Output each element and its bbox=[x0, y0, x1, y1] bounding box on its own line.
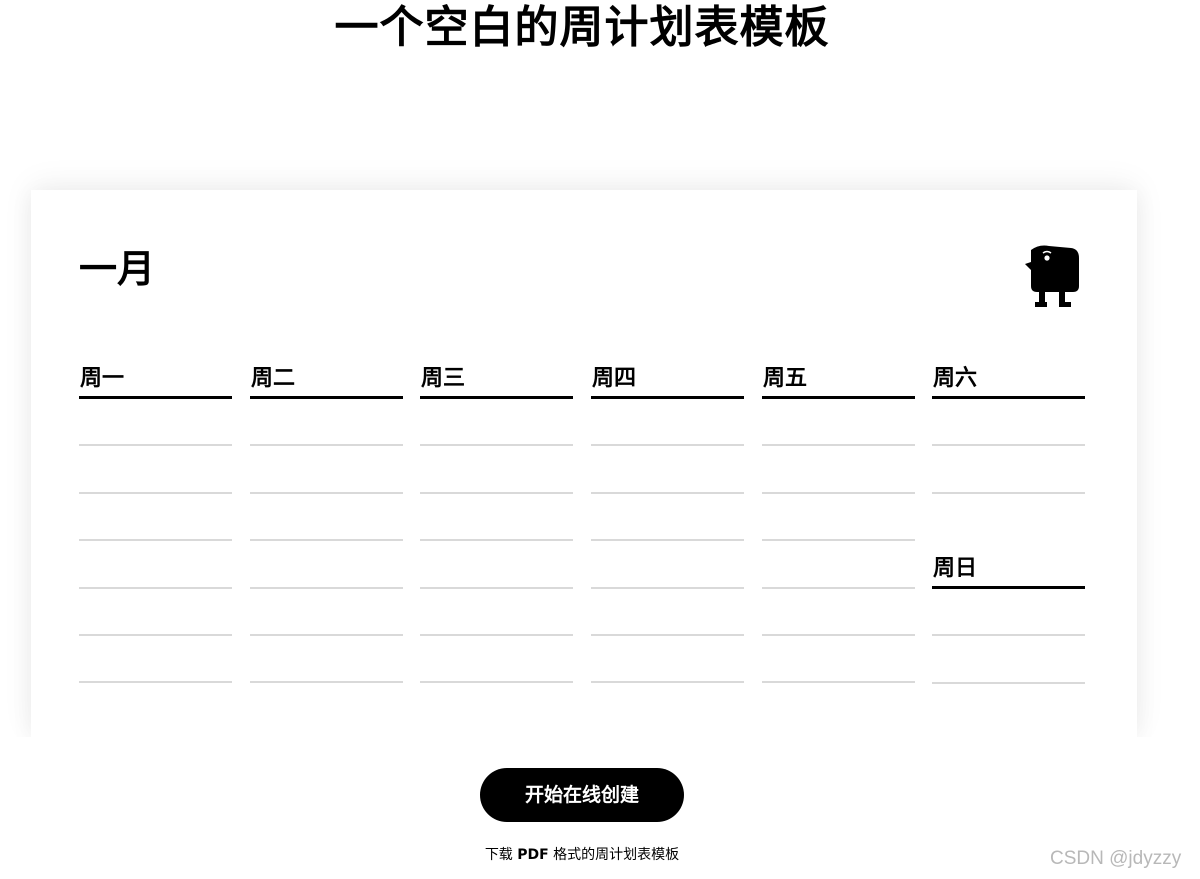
day-column: 周四 bbox=[591, 362, 744, 684]
bird-mascot-icon bbox=[1025, 245, 1079, 307]
writing-line[interactable] bbox=[250, 541, 403, 589]
writing-line[interactable] bbox=[420, 636, 573, 684]
writing-line[interactable] bbox=[591, 494, 744, 542]
writing-line[interactable] bbox=[420, 399, 573, 447]
writing-line[interactable] bbox=[762, 399, 915, 447]
writing-line[interactable] bbox=[420, 589, 573, 636]
download-suffix: 格式的周计划表模板 bbox=[548, 847, 680, 863]
writing-line[interactable] bbox=[591, 446, 744, 494]
day-label-sunday: 周日 bbox=[932, 552, 1085, 589]
writing-line[interactable] bbox=[591, 636, 744, 684]
day-column-sunday: 周日 bbox=[932, 552, 1085, 684]
writing-line[interactable] bbox=[250, 589, 403, 636]
writing-line[interactable] bbox=[932, 446, 1085, 494]
writing-line[interactable] bbox=[79, 494, 232, 542]
day-column: 周五 bbox=[762, 362, 915, 684]
weekly-planner-card: 一月 周一 周二 周三 周四 周五 周六 周日 bbox=[31, 190, 1137, 737]
day-label: 周六 bbox=[932, 362, 1085, 399]
writing-line[interactable] bbox=[420, 541, 573, 589]
writing-line[interactable] bbox=[591, 541, 744, 589]
page-title: 一个空白的周计划表模板 bbox=[334, 2, 830, 53]
writing-line[interactable] bbox=[932, 399, 1085, 447]
writing-line[interactable] bbox=[591, 399, 744, 447]
day-label: 周二 bbox=[250, 362, 403, 399]
pdf-download-link[interactable]: PDF bbox=[517, 847, 548, 863]
footer-area: 开始在线创建 下载 PDF 格式的周计划表模板 bbox=[0, 737, 1200, 879]
start-online-create-button[interactable]: 开始在线创建 bbox=[480, 768, 684, 822]
writing-line[interactable] bbox=[79, 589, 232, 636]
day-column: 周六 bbox=[932, 362, 1085, 494]
writing-line[interactable] bbox=[79, 399, 232, 447]
writing-line[interactable] bbox=[79, 541, 232, 589]
day-label: 周一 bbox=[79, 362, 232, 399]
day-label: 周五 bbox=[762, 362, 915, 399]
writing-line[interactable] bbox=[762, 589, 915, 636]
writing-line[interactable] bbox=[79, 446, 232, 494]
writing-line[interactable] bbox=[932, 636, 1085, 684]
writing-line[interactable] bbox=[762, 636, 915, 684]
writing-line[interactable] bbox=[762, 541, 915, 589]
month-title: 一月 bbox=[79, 247, 156, 291]
page: 一个空白的周计划表模板 一月 周一 周二 周三 周四 周五 周六 周日 开始在线创建 下载… bbox=[0, 0, 1200, 879]
writing-line[interactable] bbox=[591, 589, 744, 636]
writing-line[interactable] bbox=[250, 494, 403, 542]
writing-line[interactable] bbox=[762, 494, 915, 542]
writing-line[interactable] bbox=[250, 399, 403, 447]
writing-line[interactable] bbox=[932, 589, 1085, 637]
writing-line[interactable] bbox=[250, 636, 403, 684]
writing-line[interactable] bbox=[79, 636, 232, 684]
day-column: 周一 bbox=[79, 362, 232, 684]
writing-line[interactable] bbox=[420, 494, 573, 542]
day-column: 周二 bbox=[250, 362, 403, 684]
writing-line[interactable] bbox=[762, 446, 915, 494]
csdn-watermark: CSDN @jdyzzy bbox=[1050, 848, 1182, 869]
writing-line[interactable] bbox=[250, 446, 403, 494]
day-label: 周三 bbox=[420, 362, 573, 399]
download-prefix: 下载 bbox=[484, 847, 518, 863]
day-column: 周三 bbox=[420, 362, 573, 684]
day-label: 周四 bbox=[591, 362, 744, 399]
writing-line[interactable] bbox=[420, 446, 573, 494]
download-link-text[interactable]: 下载 PDF 格式的周计划表模板 bbox=[0, 845, 1164, 865]
